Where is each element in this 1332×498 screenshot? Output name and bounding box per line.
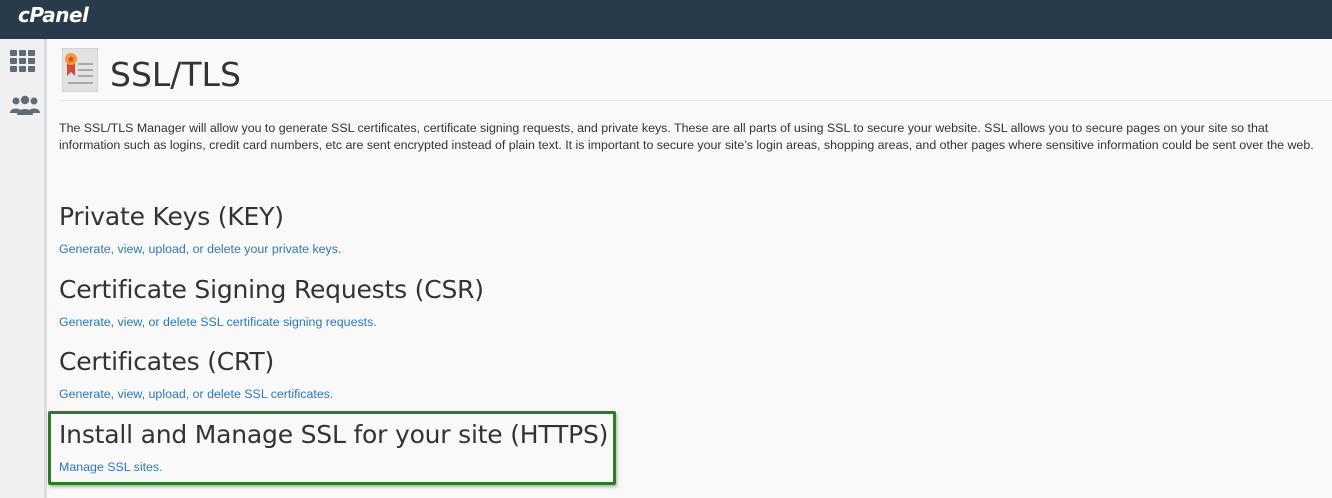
grid-icon[interactable] bbox=[10, 50, 36, 77]
certificates-link[interactable]: Generate, view, upload, or delete SSL ce… bbox=[59, 387, 333, 401]
section-certificates: Certificates (CRT) Generate, view, uploa… bbox=[59, 347, 333, 401]
csr-link[interactable]: Generate, view, or delete SSL certificat… bbox=[59, 315, 484, 329]
section-heading: Private Keys (KEY) bbox=[59, 202, 284, 231]
sidebar bbox=[0, 39, 47, 498]
section-private-keys: Private Keys (KEY) Generate, view, uploa… bbox=[59, 202, 341, 256]
section-heading: Certificates (CRT) bbox=[59, 347, 275, 376]
certificate-icon bbox=[61, 47, 99, 97]
section-csr: Certificate Signing Requests (CSR) Gener… bbox=[59, 275, 484, 329]
users-icon[interactable] bbox=[9, 95, 41, 120]
highlight-box bbox=[48, 411, 616, 485]
page-title: SSL/TLS bbox=[110, 55, 241, 94]
intro-text: The SSL/TLS Manager will allow you to ge… bbox=[59, 121, 1314, 152]
private-keys-link[interactable]: Generate, view, upload, or delete your p… bbox=[59, 242, 341, 256]
section-heading: Certificate Signing Requests (CSR) bbox=[59, 275, 484, 304]
top-bar: cPanel bbox=[0, 0, 1332, 39]
cpanel-logo[interactable]: cPanel bbox=[18, 3, 89, 27]
title-divider bbox=[59, 100, 1332, 101]
